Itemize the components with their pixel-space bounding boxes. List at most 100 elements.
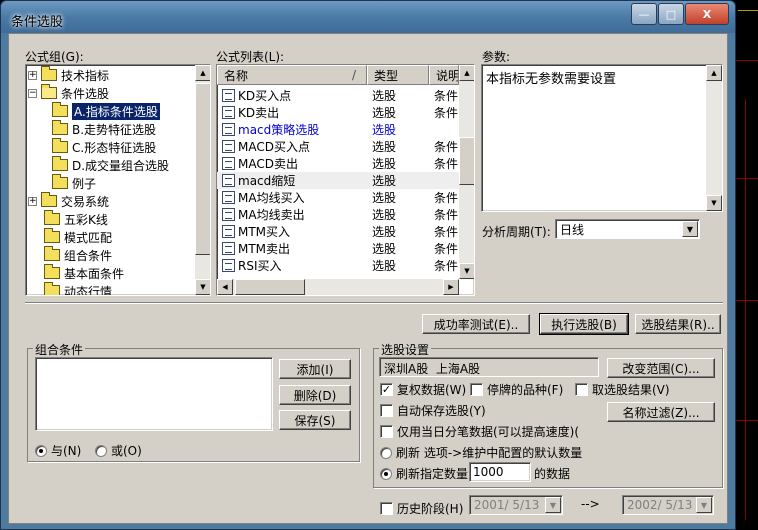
change-range-button[interactable]: 改变范围(C)... — [607, 358, 715, 378]
formula-type: 选股 — [372, 225, 397, 239]
tree-item[interactable]: 组合条件 — [44, 246, 112, 264]
scroll-thumb[interactable] — [195, 83, 210, 255]
table-row[interactable]: macd缩短 选股 — [217, 172, 459, 189]
params-label: 参数: — [482, 50, 511, 64]
table-row[interactable]: KD卖出 选股 条件 — [217, 104, 459, 121]
inverse-result-checkbox[interactable]: 取选股结果(V) — [575, 381, 670, 398]
tree-item[interactable]: + 技术指标 — [28, 66, 109, 84]
formula-desc: 条件 — [434, 208, 459, 222]
chart-gridline — [736, 420, 758, 421]
scroll-down-button[interactable]: ▼ — [195, 279, 210, 295]
combo-conditions-list[interactable] — [35, 357, 273, 431]
tick-data-checkbox[interactable]: 仅用当日分笔数据(可以提高速度)( — [380, 423, 579, 440]
tree-item[interactable]: 例子 — [52, 174, 96, 192]
selection-result-button[interactable]: 选股结果(R).. — [635, 314, 721, 334]
selection-settings-title: 选股设置 — [379, 341, 432, 358]
tree-item[interactable]: − 条件选股 — [28, 84, 109, 102]
success-rate-test-button[interactable]: 成功率测试(E).. — [422, 314, 530, 334]
history-from-date[interactable]: 2001/ 5/13 ▼ — [469, 495, 563, 515]
maximize-button[interactable]: □ — [658, 3, 684, 25]
market-range-display: 深圳A股 上海A股 — [379, 357, 599, 377]
expand-icon[interactable]: + — [28, 70, 37, 80]
collapse-icon[interactable]: − — [28, 88, 37, 98]
refresh-count-input[interactable]: 1000 — [469, 462, 531, 482]
or-radio[interactable]: 或(O) — [95, 442, 142, 459]
scroll-down-button[interactable]: ▼ — [706, 195, 722, 211]
title-bar[interactable]: 条件选股 — □ X — [1, 1, 735, 33]
scroll-thumb[interactable] — [235, 279, 305, 295]
tree-item[interactable]: + 交易系统 — [28, 192, 109, 210]
table-row[interactable]: MTM卖出 选股 条件 — [217, 240, 459, 257]
scroll-down-button[interactable]: ▼ — [459, 263, 474, 279]
formula-group-tree[interactable]: + 技术指标 − 条件选股 A.指标条件选股 B.走势特征选股 C.形态特征选股 D.成交量组… — [25, 64, 211, 296]
tree-item[interactable]: B.走势特征选股 — [52, 120, 156, 138]
table-row[interactable]: MA均线买入 选股 条件 — [217, 189, 459, 206]
checkbox-checked-icon: ✓ — [380, 383, 393, 396]
suspended-checkbox[interactable]: 停牌的品种(F) — [470, 381, 563, 398]
minimize-button[interactable]: — — [631, 3, 657, 25]
scroll-thumb[interactable] — [459, 137, 474, 185]
refresh-count-radio[interactable]: 刷新指定数量 — [380, 465, 468, 482]
divider — [25, 302, 723, 304]
scroll-up-button[interactable]: ▲ — [706, 65, 722, 81]
formula-type: 选股 — [372, 106, 397, 120]
table-row[interactable]: RSI买入 选股 条件 — [217, 257, 459, 274]
formula-type: 选股 — [372, 123, 397, 137]
save-condition-button[interactable]: 保存(S) — [279, 410, 351, 430]
dropdown-arrow-icon: ▼ — [682, 221, 698, 237]
radio-checked-icon — [35, 444, 47, 457]
column-header-type[interactable]: 类型 — [367, 65, 429, 85]
add-condition-button[interactable]: 添加(I) — [279, 359, 351, 379]
expand-icon[interactable]: + — [28, 196, 37, 206]
table-row[interactable]: MACD卖出 选股 条件 — [217, 155, 459, 172]
table-row[interactable]: KD买入点 选股 条件 — [217, 87, 459, 104]
tree-item[interactable]: C.形态特征选股 — [52, 138, 156, 156]
adjusted-data-checkbox[interactable]: ✓ 复权数据(W) — [380, 381, 466, 398]
table-row[interactable]: MACD买入点 选股 条件 — [217, 138, 459, 155]
tree-vertical-scrollbar[interactable]: ▲ ▼ — [195, 65, 210, 295]
radio-unchecked-icon — [380, 446, 392, 459]
scroll-right-button[interactable]: ▶ — [443, 279, 459, 295]
document-icon — [222, 191, 235, 204]
delete-condition-button[interactable]: 删除(D) — [279, 385, 351, 405]
column-header-name[interactable]: 名称 / — [217, 65, 367, 85]
list-horizontal-scrollbar[interactable]: ◀ ▶ — [217, 279, 459, 295]
document-icon — [222, 140, 235, 153]
refresh-default-radio[interactable]: 刷新 选项->维护中配置的默认数量 — [380, 444, 582, 461]
scroll-up-button[interactable]: ▲ — [459, 65, 474, 81]
folder-icon — [41, 66, 57, 81]
tree-item[interactable]: D.成交量组合选股 — [52, 156, 169, 174]
close-icon: X — [702, 7, 712, 21]
tree-item[interactable]: A.指标条件选股 — [52, 102, 160, 120]
and-radio[interactable]: 与(N) — [35, 442, 81, 459]
scroll-up-button[interactable]: ▲ — [195, 65, 210, 81]
chart-gridline — [736, 60, 758, 61]
table-row[interactable]: MA均线卖出 选股 条件 — [217, 206, 459, 223]
checkbox-unchecked-icon — [575, 383, 588, 396]
document-icon — [222, 225, 235, 238]
tree-item[interactable]: 模式匹配 — [44, 228, 112, 246]
formula-list[interactable]: 名称 / 类型 说明 KD买入点 选股 条件 KD卖出 选股 条件 macd策略选股 选股 MA… — [216, 64, 475, 296]
tree-item[interactable]: 五彩K线 — [44, 210, 108, 228]
name-filter-button[interactable]: 名称过滤(Z)... — [607, 402, 715, 422]
params-vertical-scrollbar[interactable]: ▲ ▼ — [706, 65, 722, 211]
folder-icon — [44, 264, 60, 279]
execute-selection-button[interactable]: 执行选股(B) — [539, 313, 629, 335]
period-select[interactable]: 日线 ▼ — [555, 219, 700, 239]
column-header-desc[interactable]: 说明 — [429, 65, 459, 85]
formula-desc: 条件 — [434, 89, 459, 103]
tree-item[interactable]: 动态行情 — [44, 282, 112, 295]
history-period-checkbox[interactable]: 历史阶段(H) — [380, 500, 463, 517]
history-to-date[interactable]: 2002/ 5/13 ▼ — [622, 495, 714, 515]
formula-desc: 条件 — [434, 259, 459, 273]
autosave-checkbox[interactable]: 自动保存选股(Y) — [380, 402, 486, 419]
tree-item[interactable]: 基本面条件 — [44, 264, 124, 282]
tree-item-label: 例子 — [72, 176, 97, 191]
close-button[interactable]: X — [685, 3, 729, 25]
scroll-left-button[interactable]: ◀ — [217, 279, 233, 295]
table-row[interactable]: macd策略选股 选股 — [217, 121, 459, 138]
table-row[interactable]: MTM买入 选股 条件 — [217, 223, 459, 240]
checkbox-unchecked-icon — [470, 383, 483, 396]
tree-item-label: 模式匹配 — [64, 230, 113, 245]
list-vertical-scrollbar[interactable]: ▲ ▼ — [459, 65, 474, 279]
